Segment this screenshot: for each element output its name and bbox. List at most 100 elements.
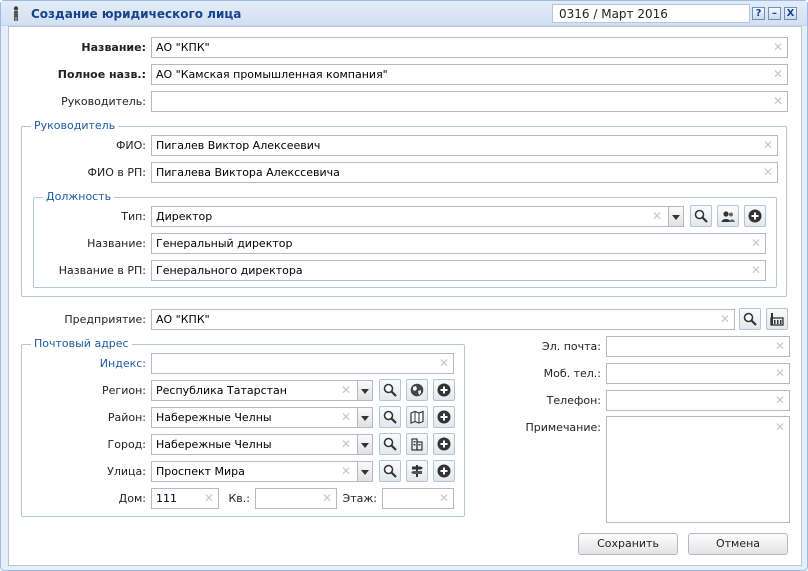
minimize-button[interactable]: – bbox=[768, 7, 781, 20]
region-label: Регион: bbox=[102, 384, 146, 397]
people-button[interactable] bbox=[717, 205, 739, 227]
add-button[interactable] bbox=[433, 460, 455, 482]
fio-label: ФИО: bbox=[115, 139, 146, 152]
clear-icon[interactable]: ✕ bbox=[751, 264, 761, 276]
house-label: Дом: bbox=[118, 492, 146, 505]
fio-rp-input[interactable]: Пигалева Виктора Алекссевича bbox=[151, 162, 778, 183]
position-legend: Должность bbox=[43, 190, 115, 203]
district-label: Район: bbox=[107, 411, 146, 424]
fullname-label: Полное назв.: bbox=[57, 68, 146, 81]
clear-icon[interactable]: ✕ bbox=[341, 465, 351, 477]
clear-icon[interactable]: ✕ bbox=[341, 438, 351, 450]
pos-name-label: Название: bbox=[87, 237, 146, 250]
clear-icon[interactable]: ✕ bbox=[775, 340, 785, 352]
map-icon bbox=[410, 410, 424, 424]
plus-circle-icon bbox=[748, 209, 762, 223]
address-legend: Почтовый адрес bbox=[31, 337, 132, 350]
add-button[interactable] bbox=[433, 433, 455, 455]
globe-button[interactable] bbox=[406, 379, 428, 401]
district-select[interactable]: Набережные Челны bbox=[151, 407, 358, 428]
type-label: Тип: bbox=[121, 210, 146, 223]
fullname-input[interactable]: АО "Камская промышленная компания" bbox=[151, 64, 788, 85]
window-title: Создание юридического лица bbox=[31, 7, 242, 21]
apt-label: Кв.: bbox=[228, 492, 251, 505]
clear-icon[interactable]: ✕ bbox=[763, 139, 773, 151]
clear-icon[interactable]: ✕ bbox=[341, 411, 351, 423]
search-icon bbox=[383, 383, 397, 397]
clear-icon[interactable]: ✕ bbox=[439, 492, 449, 504]
search-button[interactable] bbox=[739, 308, 761, 330]
search-button[interactable] bbox=[379, 460, 401, 482]
clear-icon[interactable]: ✕ bbox=[341, 384, 351, 396]
enterprise-input[interactable]: АО "КПК" bbox=[151, 309, 735, 330]
clear-icon[interactable]: ✕ bbox=[775, 367, 785, 379]
clear-icon[interactable]: ✕ bbox=[773, 41, 783, 53]
region-select[interactable]: Республика Татарстан bbox=[151, 380, 358, 401]
type-select[interactable]: Директор bbox=[151, 206, 669, 227]
search-icon bbox=[383, 437, 397, 451]
street-label: Улица: bbox=[107, 465, 146, 478]
type-dropdown-trigger[interactable] bbox=[668, 206, 684, 227]
clear-icon[interactable]: ✕ bbox=[439, 357, 449, 369]
clear-icon[interactable]: ✕ bbox=[204, 492, 214, 504]
map-button[interactable] bbox=[406, 406, 428, 428]
search-button[interactable] bbox=[379, 433, 401, 455]
phone-input[interactable] bbox=[606, 390, 790, 411]
search-button[interactable] bbox=[379, 379, 401, 401]
clear-icon[interactable]: ✕ bbox=[775, 394, 785, 406]
region-dropdown-trigger[interactable] bbox=[357, 380, 373, 401]
add-button[interactable] bbox=[433, 406, 455, 428]
clear-icon[interactable]: ✕ bbox=[751, 237, 761, 249]
index-label: Индекс: bbox=[99, 357, 146, 370]
plus-circle-icon bbox=[437, 383, 451, 397]
add-button[interactable] bbox=[433, 379, 455, 401]
signpost-button[interactable] bbox=[406, 460, 428, 482]
factory-icon bbox=[770, 313, 784, 326]
search-icon bbox=[743, 312, 757, 326]
clear-icon[interactable]: ✕ bbox=[652, 210, 662, 222]
city-select[interactable]: Набережные Челны bbox=[151, 434, 358, 455]
clear-icon[interactable]: ✕ bbox=[775, 421, 785, 433]
floor-label: Этаж: bbox=[342, 492, 377, 505]
add-button[interactable] bbox=[744, 205, 766, 227]
search-icon bbox=[694, 209, 708, 223]
clear-icon[interactable]: ✕ bbox=[773, 68, 783, 80]
cancel-button[interactable]: Отмена bbox=[688, 533, 788, 555]
close-button[interactable]: X bbox=[784, 7, 797, 20]
index-input[interactable] bbox=[151, 353, 454, 374]
head-legend: Руководитель bbox=[31, 119, 119, 132]
district-dropdown-trigger[interactable] bbox=[357, 407, 373, 428]
clear-icon[interactable]: ✕ bbox=[773, 95, 783, 107]
clear-icon[interactable]: ✕ bbox=[322, 492, 332, 504]
pos-name-rp-label: Название в РП: bbox=[58, 264, 146, 277]
name-input[interactable]: АО "КПК" bbox=[151, 37, 788, 58]
dialog-window: Создание юридического лица 0316 / Март 2… bbox=[0, 0, 808, 571]
mobile-input[interactable] bbox=[606, 363, 790, 384]
note-textarea[interactable] bbox=[606, 416, 790, 523]
fio-input[interactable]: Пигалев Виктор Алексеевич bbox=[151, 135, 778, 156]
city-dropdown-trigger[interactable] bbox=[357, 434, 373, 455]
person-icon bbox=[13, 6, 19, 21]
street-select[interactable]: Проспект Мира bbox=[151, 461, 358, 482]
period-info: 0316 / Март 2016 bbox=[552, 4, 750, 23]
email-input[interactable] bbox=[606, 336, 790, 357]
factory-button[interactable] bbox=[766, 308, 788, 330]
buildings-icon bbox=[411, 438, 423, 451]
street-dropdown-trigger[interactable] bbox=[357, 461, 373, 482]
title-bar[interactable]: Создание юридического лица 0316 / Март 2… bbox=[1, 1, 807, 26]
name-label: Название: bbox=[81, 41, 146, 54]
clear-icon[interactable]: ✕ bbox=[763, 166, 773, 178]
plus-circle-icon bbox=[437, 464, 451, 478]
save-button[interactable]: Сохранить bbox=[578, 533, 678, 555]
search-button[interactable] bbox=[690, 205, 712, 227]
signpost-icon bbox=[411, 465, 423, 477]
search-button[interactable] bbox=[379, 406, 401, 428]
pos-name-input[interactable]: Генеральный директор bbox=[151, 233, 766, 254]
clear-icon[interactable]: ✕ bbox=[720, 313, 730, 325]
city-buildings-button[interactable] bbox=[406, 433, 428, 455]
pos-name-rp-input[interactable]: Генерального директора bbox=[151, 260, 766, 281]
help-button[interactable]: ? bbox=[752, 7, 765, 20]
plus-circle-icon bbox=[437, 437, 451, 451]
city-label: Город: bbox=[107, 438, 146, 451]
head-input[interactable] bbox=[151, 91, 788, 112]
